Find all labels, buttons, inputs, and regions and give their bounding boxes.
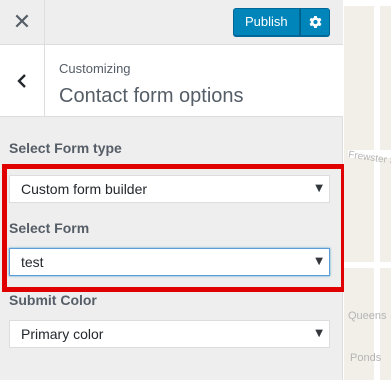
chevron-left-icon xyxy=(17,74,26,88)
submit-color-label: Submit Color xyxy=(9,292,97,308)
map-label: Ponds xyxy=(350,352,382,364)
gear-icon xyxy=(309,15,322,29)
submit-color-value: Primary color xyxy=(21,326,104,342)
customizer-topbar: ✕ Publish xyxy=(0,0,343,45)
publish-group: Publish xyxy=(233,8,330,36)
map-road xyxy=(374,0,380,380)
publish-settings-button[interactable] xyxy=(299,8,330,36)
back-button[interactable] xyxy=(0,45,45,117)
site-preview-map: Frewster St Queens Ponds xyxy=(344,0,391,380)
section-title: Contact form options xyxy=(59,85,244,107)
publish-button[interactable]: Publish xyxy=(233,8,300,36)
map-road xyxy=(344,0,391,6)
form-type-label: Select Form type xyxy=(9,140,122,156)
close-button[interactable]: ✕ xyxy=(0,0,45,45)
section-header: Customizing Contact form options xyxy=(0,45,343,117)
breadcrumb: Customizing xyxy=(59,61,131,76)
submit-color-select[interactable]: Primary color ▼ xyxy=(9,320,330,348)
map-road xyxy=(344,262,391,268)
map-label: Queens xyxy=(348,310,387,322)
close-icon: ✕ xyxy=(12,10,32,35)
highlight-box xyxy=(2,164,346,292)
dropdown-arrow-icon: ▼ xyxy=(315,328,323,339)
